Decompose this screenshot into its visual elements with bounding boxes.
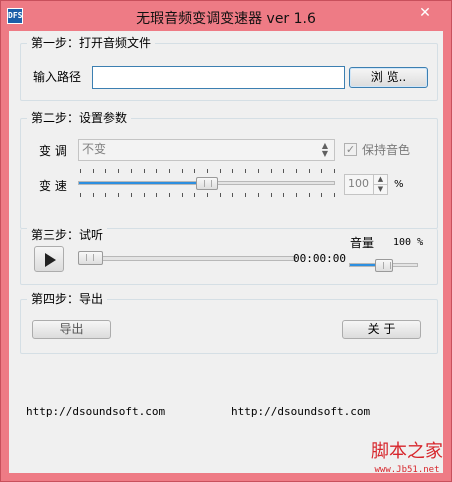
slider-tick [334,193,335,197]
speed-ticks-top [80,169,335,175]
slider-tick [105,193,106,197]
slider-tick [131,193,132,197]
slider-tick [156,193,157,197]
path-label: 输入路径 [33,70,82,84]
group-export: 第四步：导出 导出 关 于 [20,291,438,354]
browse-button[interactable]: 浏 览.. [349,67,428,88]
volume-slider-thumb[interactable] [375,259,393,272]
volume-label: 音量 [350,236,375,250]
slider-tick [283,169,284,173]
slider-tick [283,193,284,197]
slider-tick [220,169,221,173]
export-button[interactable]: 导出 [32,320,111,339]
slider-tick [105,169,106,173]
slider-tick [309,193,310,197]
pitch-select-value: 不变 [82,142,107,156]
progress-slider-thumb[interactable] [78,251,103,265]
slider-tick [321,193,322,197]
watermark-url: www.Jb51.net [374,465,440,475]
slider-tick [144,169,145,173]
volume-value: 100 % [393,237,424,248]
group-export-title: 第四步：导出 [27,291,108,307]
slider-tick [118,193,119,197]
slider-tick [118,169,119,173]
spin-up-icon[interactable]: ▲ [373,175,387,185]
speed-spinbox[interactable]: 100 ▲ ▼ [344,174,388,195]
slider-tick [296,169,297,173]
title-bar[interactable]: DFS 无瑕音频变调变速器 ver 1.6 ✕ [1,1,451,31]
slider-tick [182,169,183,173]
app-icon: DFS [7,8,23,24]
group-preview: 第三步：试听 00:00:00 音量 100 % [20,227,438,285]
speed-unit: % [394,179,404,190]
slider-tick [321,169,322,173]
slider-tick [271,169,272,173]
spin-down-icon[interactable]: ▼ [373,184,387,194]
group-open-file-title: 第一步：打开音频文件 [27,35,156,51]
speed-slider-thumb[interactable] [196,177,218,190]
slider-tick [169,193,170,197]
speed-spinbox-value: 100 [348,177,369,190]
slider-tick [334,169,335,173]
slider-tick [80,193,81,197]
slider-tick [207,193,208,197]
slider-tick [169,169,170,173]
slider-tick [258,193,259,197]
client-area: 第一步：打开音频文件 输入路径 浏 览.. 第二步：设置参数 变 调 不变 ▲ ▼… [9,31,443,473]
slider-tick [182,193,183,197]
about-button[interactable]: 关 于 [342,320,421,339]
slider-tick [296,193,297,197]
slider-tick [309,169,310,173]
slider-tick [207,169,208,173]
slider-tick [93,169,94,173]
keep-tone-checkbox[interactable]: ✓ [344,143,357,156]
app-window: DFS 无瑕音频变调变速器 ver 1.6 ✕ 第一步：打开音频文件 输入路径 … [0,0,452,482]
slider-tick [194,169,195,173]
path-input[interactable] [92,66,345,89]
play-button[interactable] [34,246,64,272]
close-icon[interactable]: ✕ [404,3,446,24]
speed-spin-buttons: ▲ ▼ [373,175,387,194]
slider-tick [156,169,157,173]
slider-tick [80,169,81,173]
slider-tick [220,193,221,197]
speed-slider-fill [79,182,206,184]
pitch-label: 变 调 [39,144,67,158]
slider-tick [144,193,145,197]
window-title: 无瑕音频变调变速器 ver 1.6 [136,11,316,27]
group-preview-title: 第三步：试听 [27,227,108,243]
speed-ticks-bottom [80,193,335,199]
slider-tick [232,169,233,173]
speed-label: 变 速 [39,179,67,193]
group-parameters-title: 第二步：设置参数 [27,110,132,126]
website-link-left[interactable]: http://dsoundsoft.com [26,405,165,418]
pitch-select[interactable]: 不变 ▲ ▼ [78,139,335,161]
slider-tick [271,193,272,197]
progress-slider-track[interactable] [78,256,296,261]
slider-tick [93,193,94,197]
slider-tick [194,193,195,197]
slider-tick [245,193,246,197]
watermark-logo: 脚本之家 [371,441,443,462]
play-icon [45,253,56,267]
keep-tone-label: 保持音色 [362,143,411,157]
slider-tick [131,169,132,173]
group-open-file: 第一步：打开音频文件 输入路径 浏 览.. [20,35,438,101]
website-link-right[interactable]: http://dsoundsoft.com [231,405,370,418]
updown-arrow-icon: ▲ ▼ [321,141,329,158]
slider-tick [245,169,246,173]
playback-time: 00:00:00 [293,252,346,265]
slider-tick [258,169,259,173]
slider-tick [232,193,233,197]
group-parameters: 第二步：设置参数 变 调 不变 ▲ ▼ ✓ 保持音色 变 速 100 ▲ ▼ % [20,110,438,229]
